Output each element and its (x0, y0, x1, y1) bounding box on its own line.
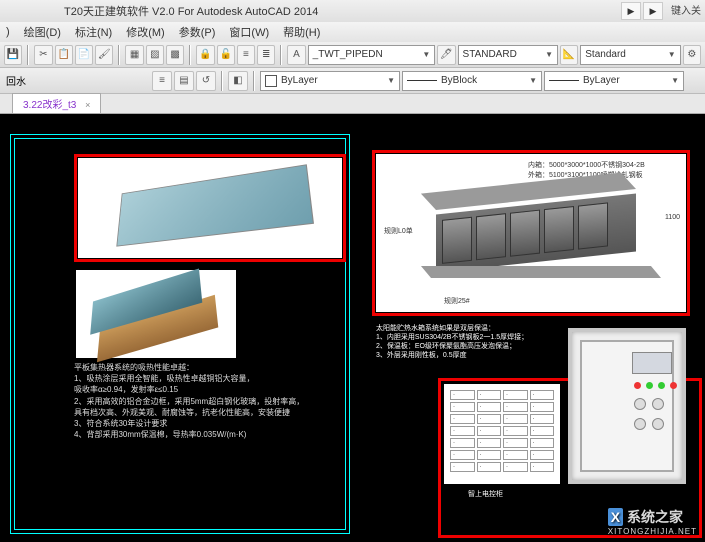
dim-inner: 内箱：5000*3000*1000不锈钢304-2B (528, 160, 645, 170)
layer-style-value: _TWT_PIPEDN (313, 49, 383, 60)
led-red-2 (670, 382, 677, 389)
grid3-icon[interactable]: ▩ (166, 45, 184, 65)
lweight-dropdown[interactable]: ByLayer ▼ (544, 71, 684, 91)
keyin-label: 键入关 (671, 2, 701, 20)
copy-icon[interactable]: 📋 (55, 45, 73, 65)
app-title: T20天正建筑软件 V2.0 For Autodesk AutoCAD 2014 (64, 3, 318, 19)
panel-image-bg (78, 158, 342, 258)
chevron-down-icon: ▼ (387, 76, 395, 85)
control-label: 智上电控柜 (468, 490, 503, 499)
tab-close-icon[interactable]: × (85, 100, 90, 110)
search-btn-2[interactable]: ▶ (643, 2, 663, 20)
lweight-value: ByLayer (583, 75, 620, 86)
active-tab[interactable]: 3.22改彩_t3 × (12, 93, 101, 113)
left-cn-label: 回水 (4, 73, 28, 88)
search-btn[interactable]: ▶ (621, 2, 641, 20)
color-value: ByLayer (281, 75, 318, 86)
layer2-icon[interactable]: ≣ (257, 45, 275, 65)
solar-panel-shape (116, 164, 314, 246)
doc-tabs: 3.22改彩_t3 × (0, 94, 705, 114)
text-style-dropdown[interactable]: STANDARD ▼ (458, 45, 558, 65)
led-green-2 (658, 382, 665, 389)
match-icon[interactable]: 🖌 (95, 45, 113, 65)
grid-icon[interactable]: ▦ (125, 45, 143, 65)
layerstate-icon[interactable]: ◧ (228, 71, 248, 91)
panel-notes: 平板集热器系统的吸热性能卓越： 1、吸热涂层采用全智能，吸热性卓越铜铝大容量， … (74, 362, 344, 440)
display-panel (632, 352, 672, 374)
cut-icon[interactable]: ✂ (34, 45, 52, 65)
menu-trail[interactable]: ) (6, 26, 10, 38)
knob-2 (652, 398, 664, 410)
menu-param[interactable]: 参数(P) (179, 24, 216, 40)
chevron-down-icon: ▼ (422, 50, 430, 59)
ltype-dropdown[interactable]: ByBlock ▼ (402, 71, 542, 91)
ltype-value: ByBlock (441, 75, 477, 86)
layer-icon[interactable]: ≡ (237, 45, 255, 65)
menu-draw[interactable]: 绘图(D) (24, 24, 61, 40)
watermark: X 系统之家 XITONGZHIJIA.NET (608, 507, 697, 536)
toolbar-row-2: 回水 ≡ ▤ ↺ ◧ ByLayer ▼ ByBlock ▼ ByLayer ▼ (0, 68, 705, 94)
tank-image-bg: 内箱：5000*3000*1000不锈钢304-2B 外箱：5100*3100*… (376, 154, 686, 312)
color-dropdown[interactable]: ByLayer ▼ (260, 71, 400, 91)
chevron-down-icon: ▼ (529, 76, 537, 85)
toolbar-row-1: 💾 ✂ 📋 📄 🖌 ▦ ▨ ▩ 🔒 🔓 ≡ ≣ A _TWT_PIPEDN ▼ … (0, 42, 705, 68)
menu-modify[interactable]: 修改(M) (126, 24, 165, 40)
dim-h: 1100 (665, 214, 680, 221)
title-right-controls: ▶ ▶ 键入关 (621, 2, 701, 20)
paste-icon[interactable]: 📄 (75, 45, 93, 65)
layer-style-dropdown[interactable]: _TWT_PIPEDN ▼ (308, 45, 436, 65)
dim-config-icon[interactable]: ⚙ (683, 45, 701, 65)
dim-style-value: Standard (585, 49, 626, 60)
tab-prefix (4, 109, 12, 113)
spec-table: ···· ···· ···· ···· ···· ···· ···· (448, 388, 556, 474)
lweight-sample (549, 80, 579, 81)
save-icon[interactable]: 💾 (4, 45, 22, 65)
menu-bar: ) 绘图(D) 标注(N) 修改(M) 参数(P) 窗口(W) 帮助(H) (0, 22, 705, 42)
unlock-icon[interactable]: 🔓 (217, 45, 235, 65)
knob-4 (652, 418, 664, 430)
grid2-icon[interactable]: ▨ (146, 45, 164, 65)
chevron-down-icon: ▼ (671, 76, 679, 85)
spec-table-bg: ···· ···· ···· ···· ···· ···· ···· (444, 384, 560, 484)
dim-label1: 规则L0单 (384, 226, 413, 236)
tab-name: 3.22改彩_t3 (23, 100, 76, 111)
layerp-icon[interactable]: ▤ (174, 71, 194, 91)
led-red (634, 382, 641, 389)
led-green (646, 382, 653, 389)
control-cabinet (568, 328, 686, 484)
text-style-value: STANDARD (463, 49, 517, 60)
cabinet-door (580, 340, 674, 472)
title-bar: T20天正建筑软件 V2.0 For Autodesk AutoCAD 2014… (0, 0, 705, 22)
menu-help[interactable]: 帮助(H) (283, 24, 320, 40)
tank-base (421, 266, 661, 278)
layers-icon[interactable]: ≡ (152, 71, 172, 91)
brush-icon[interactable]: 🖊 (437, 45, 455, 65)
line-sample (407, 80, 437, 81)
menu-window[interactable]: 窗口(W) (229, 24, 269, 40)
menu-dimension[interactable]: 标注(N) (75, 24, 112, 40)
layer-detail-image (76, 270, 236, 358)
drawing-canvas[interactable]: 平板集热器系统的吸热性能卓越： 1、吸热涂层采用全智能，吸热性卓越铜铝大容量， … (0, 114, 705, 542)
chevron-down-icon: ▼ (545, 50, 553, 59)
knob-3 (634, 418, 646, 430)
color-swatch (265, 75, 277, 87)
layerprev-icon[interactable]: ↺ (196, 71, 216, 91)
dim-style-dropdown[interactable]: Standard ▼ (580, 45, 680, 65)
chevron-down-icon: ▼ (668, 50, 676, 59)
knob-1 (634, 398, 646, 410)
lock-icon[interactable]: 🔒 (196, 45, 214, 65)
dim-icon[interactable]: 📐 (560, 45, 578, 65)
text-icon[interactable]: A (287, 45, 305, 65)
dim-label2: 规则25# (444, 296, 470, 306)
